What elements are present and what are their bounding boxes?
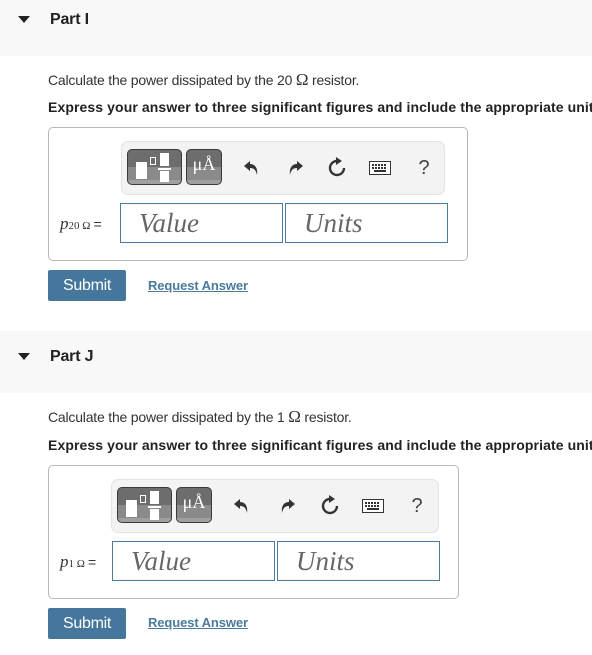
- redo-icon: [281, 499, 295, 513]
- variable-symbol: p: [60, 214, 69, 233]
- prompt-text: Calculate the power dissipated by the 1: [48, 409, 289, 425]
- units-input[interactable]: [285, 203, 448, 243]
- variable-symbol: p: [60, 552, 69, 571]
- units-button[interactable]: μÅ: [186, 149, 222, 185]
- variable-subscript: 20 Ω: [68, 220, 91, 232]
- question-prompt: Calculate the power dissipated by the 20…: [48, 70, 359, 90]
- equals-sign: =: [93, 216, 102, 232]
- part-i-header[interactable]: Part I: [0, 0, 592, 56]
- prompt-text-end: resistor.: [300, 409, 352, 425]
- variable-label: p1 Ω =: [60, 552, 96, 572]
- redo-icon: [289, 161, 303, 175]
- ohm-symbol: Ω: [288, 407, 301, 426]
- help-button[interactable]: ?: [403, 492, 431, 520]
- undo-icon: [234, 499, 248, 513]
- variable-label: p20 Ω =: [60, 214, 102, 234]
- units-input[interactable]: [277, 541, 440, 581]
- answer-box: μÅ ? p1 Ω =: [48, 465, 459, 599]
- redo-button[interactable]: [281, 154, 309, 182]
- units-button[interactable]: μÅ: [176, 487, 212, 523]
- redo-button[interactable]: [273, 492, 301, 520]
- variable-subscript: 1 Ω: [68, 558, 85, 570]
- reset-icon: [328, 157, 346, 177]
- answer-instruction: Express your answer to three significant…: [48, 437, 592, 453]
- question-prompt: Calculate the power dissipated by the 1 …: [48, 407, 352, 427]
- help-icon: ?: [411, 494, 423, 517]
- part-j-header[interactable]: Part J: [0, 331, 592, 393]
- reset-button[interactable]: [323, 154, 351, 182]
- undo-button[interactable]: [228, 492, 256, 520]
- submit-button[interactable]: Submit: [48, 608, 126, 639]
- request-answer-link[interactable]: Request Answer: [148, 278, 248, 293]
- ohm-symbol: Ω: [295, 70, 309, 89]
- keyboard-icon: [362, 499, 384, 513]
- part-title: Part J: [50, 348, 94, 365]
- units-icon: μÅ: [192, 154, 216, 174]
- keyboard-button[interactable]: [366, 154, 394, 182]
- answer-instruction: Express your answer to three significant…: [48, 99, 592, 115]
- prompt-text-end: resistor.: [308, 72, 360, 88]
- prompt-text: Calculate the power dissipated by the 20: [48, 72, 296, 88]
- answer-box: μÅ ? p20 Ω =: [48, 127, 468, 261]
- value-input[interactable]: [120, 203, 283, 243]
- reset-icon: [321, 495, 339, 515]
- collapse-caret-icon[interactable]: [18, 353, 30, 360]
- units-icon: μÅ: [182, 492, 206, 512]
- undo-icon: [244, 161, 258, 175]
- collapse-caret-icon[interactable]: [18, 16, 30, 23]
- help-icon: ?: [418, 156, 430, 179]
- part-title: Part I: [50, 11, 89, 28]
- undo-button[interactable]: [238, 154, 266, 182]
- equals-sign: =: [87, 554, 97, 570]
- math-toolbar: μÅ ?: [111, 479, 439, 533]
- help-button[interactable]: ?: [410, 154, 438, 182]
- templates-button[interactable]: [127, 149, 182, 185]
- keyboard-icon: [369, 161, 391, 175]
- reset-button[interactable]: [316, 492, 344, 520]
- submit-button[interactable]: Submit: [48, 270, 126, 301]
- request-answer-link[interactable]: Request Answer: [148, 615, 248, 630]
- value-input[interactable]: [112, 541, 275, 581]
- keyboard-button[interactable]: [359, 492, 387, 520]
- math-toolbar: μÅ ?: [121, 141, 445, 195]
- templates-button[interactable]: [117, 487, 172, 523]
